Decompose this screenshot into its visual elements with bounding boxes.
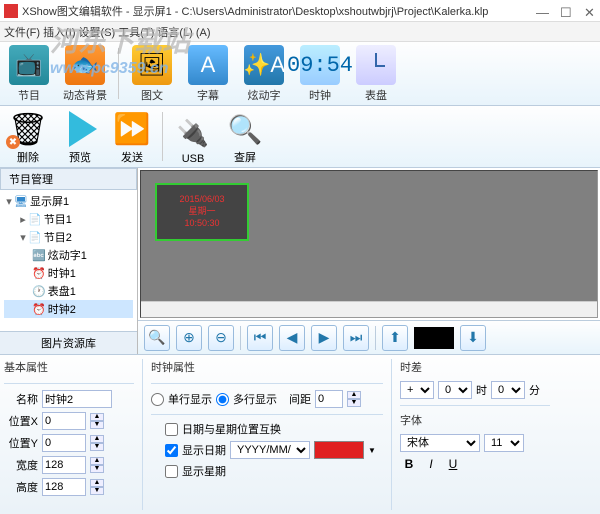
y-up[interactable]: ▲ — [90, 435, 104, 443]
y-down[interactable]: ▼ — [90, 443, 104, 451]
send-icon: ⏩ — [112, 109, 152, 149]
tree-program1[interactable]: ▸📄节目1 — [4, 210, 133, 228]
send-button[interactable]: ⏩ 发送 — [108, 108, 156, 165]
last-button[interactable]: ⏭ — [343, 325, 369, 351]
underline-button[interactable]: U — [444, 456, 462, 474]
next-button[interactable]: ▶ — [311, 325, 337, 351]
pos-x-input[interactable] — [42, 412, 86, 430]
menu-items[interactable]: 文件(F) 插入(I) 设置(S) 工具(T) 语言(L) (A) — [4, 24, 211, 40]
ribbon-toolbar: 📺 节目 🐟 动态背景 🖼 图文 A 字幕 ✨A 炫动字 09:54 时钟 表盘 — [0, 42, 600, 106]
canvas[interactable]: 2015/06/03 星期一 10:50:30 — [140, 170, 598, 318]
gap-input[interactable] — [315, 390, 343, 408]
ribbon-dial[interactable]: 表盘 — [351, 44, 401, 103]
date-color-picker[interactable] — [314, 441, 364, 459]
zoom-toolbar: 🔍 ⊕ ⊖ ⏮ ◀ ▶ ⏭ ⬆ ⬇ — [138, 320, 600, 354]
tree-root[interactable]: ▾🖥显示屏1 — [4, 192, 133, 210]
tree-clock1[interactable]: ⏰时钟1 — [4, 264, 133, 282]
background-icon: 🐟 — [65, 45, 105, 85]
tz-sign-select[interactable]: + — [400, 381, 434, 399]
sidebar: 节目管理 ▾🖥显示屏1 ▸📄节目1 ▾📄节目2 🔤炫动字1 ⏰时钟1 🕐表盘1 … — [0, 168, 138, 354]
ribbon-text[interactable]: 🖼 图文 — [127, 44, 177, 103]
x-down[interactable]: ▼ — [90, 421, 104, 429]
properties-panel: 基本属性 名称 位置X▲▼ 位置Y▲▼ 宽度▲▼ 高度▲▼ 时钟属性 单行显示 … — [0, 354, 600, 514]
swap-checkbox[interactable] — [165, 423, 178, 436]
ribbon-clock[interactable]: 09:54 时钟 — [295, 44, 345, 103]
single-line-radio[interactable] — [151, 393, 164, 406]
width-input[interactable] — [42, 456, 86, 474]
name-input[interactable] — [42, 390, 112, 408]
window-title: XShow图文编辑软件 - 显示屏1 - C:\Users\Administra… — [22, 3, 536, 19]
tree-dyn1[interactable]: 🔤炫动字1 — [4, 246, 133, 264]
x-up[interactable]: ▲ — [90, 413, 104, 421]
h-up[interactable]: ▲ — [90, 479, 104, 487]
move-down-button[interactable]: ⬇ — [460, 325, 486, 351]
italic-button[interactable]: I — [422, 456, 440, 474]
preview-button[interactable]: 预览 — [56, 108, 104, 165]
resource-library-tab[interactable]: 图片资源库 — [0, 331, 137, 354]
show-week-checkbox[interactable] — [165, 465, 178, 478]
app-icon — [4, 4, 18, 18]
ribbon-subtitle[interactable]: A 字幕 — [183, 44, 233, 103]
minimize-button[interactable]: — — [536, 5, 548, 17]
prev-button[interactable]: ◀ — [279, 325, 305, 351]
basic-props-title: 基本属性 — [4, 359, 134, 375]
usb-icon: 🔌 — [173, 113, 213, 153]
clock-props-title: 时钟属性 — [151, 359, 383, 375]
font-size-select[interactable]: 11 — [484, 434, 524, 452]
height-input[interactable] — [42, 478, 86, 496]
ribbon-program[interactable]: 📺 节目 — [4, 44, 54, 103]
trash-icon: 🗑 — [8, 109, 48, 149]
tree-dial1[interactable]: 🕐表盘1 — [4, 282, 133, 300]
find-screen-button[interactable]: 🔍 查屏 — [221, 108, 269, 165]
multi-line-radio[interactable] — [216, 393, 229, 406]
font-family-select[interactable]: 宋体 — [400, 434, 480, 452]
action-toolbar: 🗑 删除 预览 ⏩ 发送 🔌 USB 🔍 查屏 — [0, 106, 600, 168]
h-down[interactable]: ▼ — [90, 487, 104, 495]
first-button[interactable]: ⏮ — [247, 325, 273, 351]
date-format-select[interactable]: YYYY/MM/DD — [230, 441, 310, 459]
magnifier-icon: 🔍 — [225, 109, 265, 149]
clock-icon: 09:54 — [300, 45, 340, 85]
move-up-button[interactable]: ⬆ — [382, 325, 408, 351]
image-text-icon: 🖼 — [132, 45, 172, 85]
subtitle-icon: A — [188, 45, 228, 85]
tz-hour-select[interactable]: 0 — [438, 381, 472, 399]
program-icon: 📺 — [9, 45, 49, 85]
program-tree[interactable]: ▾🖥显示屏1 ▸📄节目1 ▾📄节目2 🔤炫动字1 ⏰时钟1 🕐表盘1 ⏰时钟2 — [0, 190, 137, 331]
sidebar-tab[interactable]: 节目管理 — [0, 168, 137, 190]
maximize-button[interactable]: ☐ — [560, 5, 572, 17]
play-icon — [60, 109, 100, 149]
preview-thumb — [414, 327, 454, 349]
canvas-scrollbar[interactable] — [141, 301, 597, 317]
w-down[interactable]: ▼ — [90, 465, 104, 473]
close-button[interactable]: ✕ — [584, 5, 596, 17]
w-up[interactable]: ▲ — [90, 457, 104, 465]
titlebar: XShow图文编辑软件 - 显示屏1 - C:\Users\Administra… — [0, 0, 600, 22]
zoom-in-button[interactable]: ⊕ — [176, 325, 202, 351]
ribbon-bg[interactable]: 🐟 动态背景 — [60, 44, 110, 103]
bold-button[interactable]: B — [400, 456, 418, 474]
ribbon-dynamic[interactable]: ✨A 炫动字 — [239, 44, 289, 103]
font-title: 字体 — [400, 412, 550, 428]
pos-y-input[interactable] — [42, 434, 86, 452]
dynamic-text-icon: ✨A — [244, 45, 284, 85]
tree-program2[interactable]: ▾📄节目2 — [4, 228, 133, 246]
show-date-checkbox[interactable] — [165, 444, 178, 457]
timezone-title: 时差 — [400, 359, 550, 375]
usb-button[interactable]: 🔌 USB — [169, 108, 217, 165]
delete-button[interactable]: 🗑 删除 — [4, 108, 52, 165]
zoom-fit-button[interactable]: 🔍 — [144, 325, 170, 351]
zoom-out-button[interactable]: ⊖ — [208, 325, 234, 351]
dial-icon — [356, 45, 396, 85]
clock-preview[interactable]: 2015/06/03 星期一 10:50:30 — [155, 183, 249, 241]
menubar[interactable]: 文件(F) 插入(I) 设置(S) 工具(T) 语言(L) (A) — [0, 22, 600, 42]
tree-clock2[interactable]: ⏰时钟2 — [4, 300, 133, 318]
tz-min-select[interactable]: 0 — [491, 381, 525, 399]
